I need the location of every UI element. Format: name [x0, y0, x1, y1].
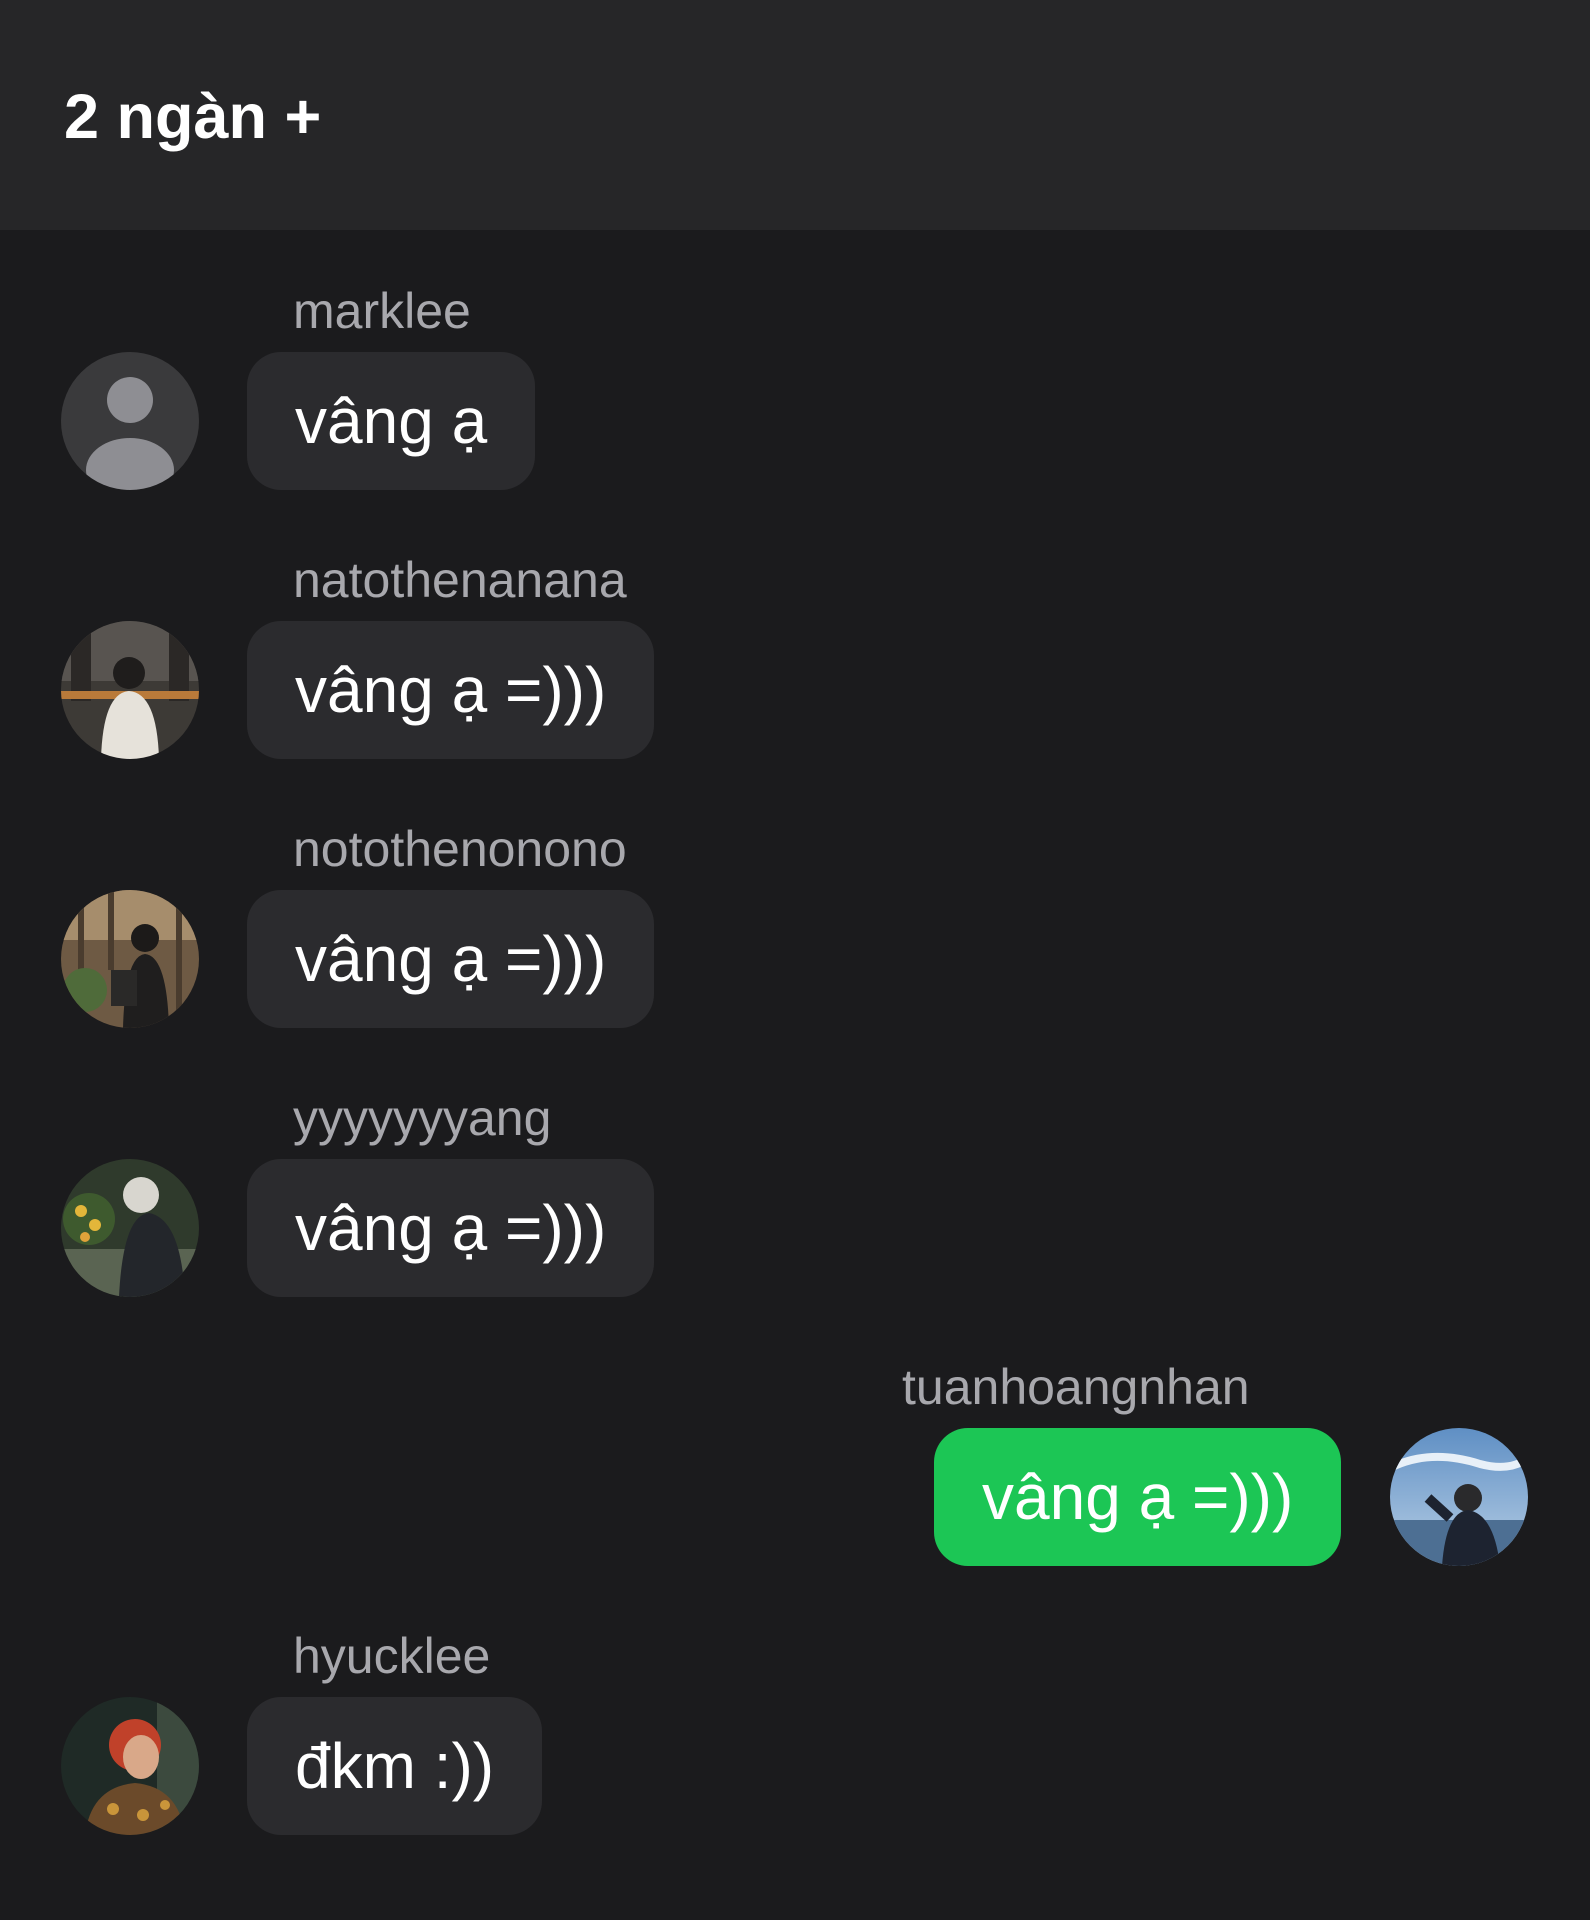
my-message-bubble[interactable]: vâng ạ =)))	[934, 1428, 1342, 1566]
sender-name: natothenanana	[293, 552, 627, 608]
sender-name: tuanhoangnhan	[902, 1359, 1250, 1415]
photo-avatar-icon[interactable]	[61, 621, 199, 759]
photo-avatar-icon[interactable]	[61, 1159, 199, 1297]
message-bubble[interactable]: vâng ạ =)))	[247, 890, 655, 1028]
my-message-row: tuanhoangnhan vâng ạ =)))	[0, 1356, 1590, 1616]
sender-name: marklee	[293, 283, 471, 339]
sender-name: yyyyyyyang	[293, 1090, 552, 1146]
sender-name: notothenonono	[293, 821, 627, 877]
message-bubble[interactable]: vâng ạ =)))	[247, 1159, 655, 1297]
chat-title[interactable]: 2 ngàn +	[64, 78, 321, 156]
message-bubble[interactable]: vâng ạ =)))	[247, 621, 655, 759]
message-row: yyyyyyyang vâng ạ =)))	[0, 1087, 1590, 1347]
chat-header: 2 ngàn +	[0, 0, 1590, 230]
message-row: hyucklee đkm :))	[0, 1625, 1590, 1885]
default-person-avatar-icon[interactable]	[61, 352, 199, 490]
sender-name: hyucklee	[293, 1628, 491, 1684]
message-row: notothenonono vâng ạ =)))	[0, 818, 1590, 1078]
message-bubble[interactable]: đkm :))	[247, 1697, 543, 1835]
message-bubble[interactable]: vâng ạ	[247, 352, 536, 490]
message-row: marklee vâng ạ	[0, 280, 1590, 540]
photo-avatar-icon[interactable]	[61, 890, 199, 1028]
photo-avatar-icon[interactable]	[61, 1697, 199, 1835]
photo-avatar-icon[interactable]	[1390, 1428, 1528, 1566]
message-row: natothenanana vâng ạ =)))	[0, 549, 1590, 809]
